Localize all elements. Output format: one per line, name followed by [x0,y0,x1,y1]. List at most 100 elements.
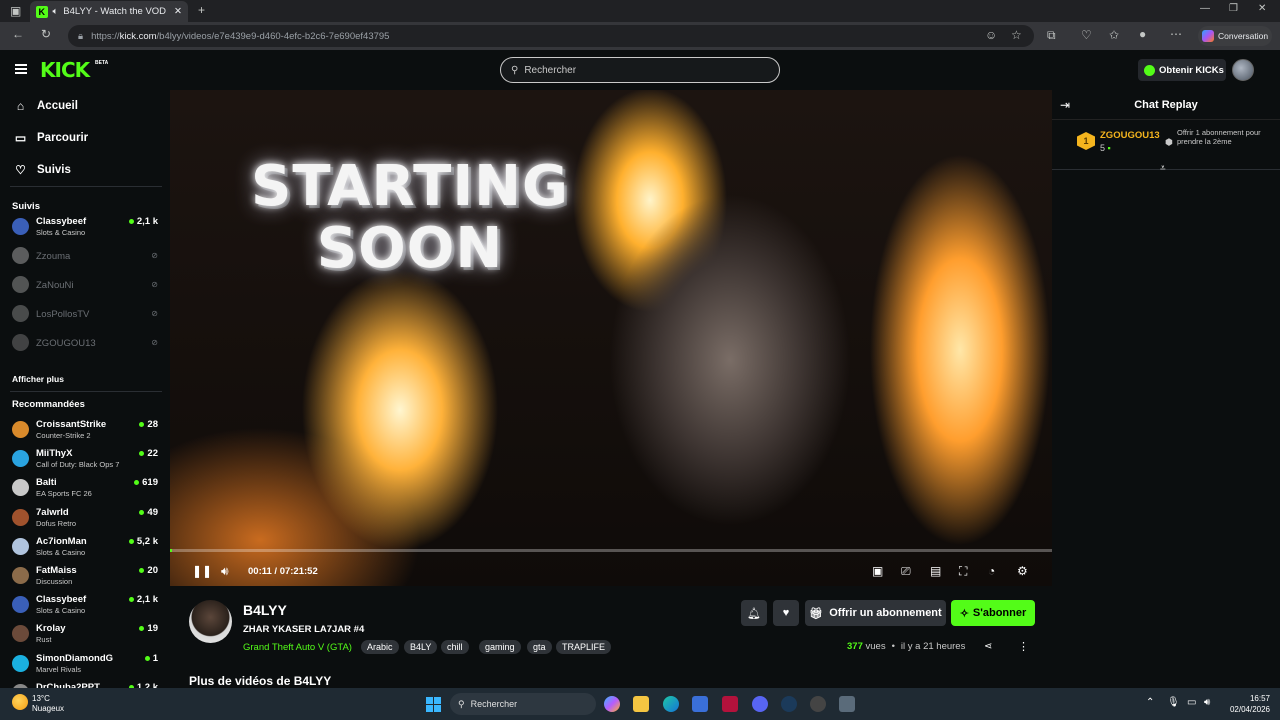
clock-date: 02/04/2026 [1229,705,1270,714]
share-icon[interactable]: ⋖ [984,641,992,652]
weather-icon [12,694,28,710]
pause-icon[interactable]: ❚❚ [192,564,212,578]
settings-app-icon[interactable] [839,696,855,712]
recommended-channel[interactable]: Balti EA Sports FC 26 619 [12,476,162,502]
streamer-name[interactable]: B4LYY [243,602,287,618]
browser-tab[interactable]: K 🔈︎ B4LYY - Watch the VOD on K ✕ [30,1,188,22]
restore-icon[interactable]: ❐ [1229,3,1238,14]
recommended-channel[interactable]: 7alwrld Dofus Retro 49 [12,506,162,532]
volume-icon[interactable]: 🔊︎ [221,564,229,579]
microphone-icon[interactable]: 🎙︎ [1167,697,1180,708]
file-explorer-icon[interactable] [633,696,649,712]
lock-icon: 🔒︎ [78,30,84,42]
followed-channel[interactable]: Zzouma ⊘ [12,244,162,270]
new-tab-icon[interactable]: + [198,3,205,17]
profile-icon[interactable]: ● [1139,27,1146,41]
recommended-channel[interactable]: MiiThyX Call of Duty: Black Ops 7 22 [12,447,162,473]
conversation-button[interactable]: Conversation [1198,26,1272,46]
nav-home[interactable]: ⌂ Accueil [14,99,78,113]
tag-chip[interactable]: TRAPLIFE [556,640,612,654]
weather-widget[interactable]: 13°C Nuageux [12,694,64,714]
close-tab-icon[interactable]: ✕ [174,6,182,17]
recommended-channel[interactable]: Krolay Rust 19 [12,622,162,648]
windows-start-icon[interactable] [426,697,441,712]
logo-beta-badge: BETA [95,60,109,66]
chat-header: ⇥ Chat Replay [1052,90,1280,120]
minimize-icon[interactable]: — [1200,3,1210,14]
followed-channel[interactable]: ZGOUGOU13 ⊘ [12,331,162,357]
network-icon[interactable]: ▭ [1187,697,1196,708]
followed-channel[interactable]: LosPollosTV ⊘ [12,302,162,328]
top-gifter-card[interactable]: 1 ZGOUGOU13 5 ▪ ⬢ Offrir 1 abonnement po… [1052,120,1280,170]
recommended-channel[interactable]: SimonDiamondG Marvel Rivals 1 [12,652,162,678]
more-options-icon[interactable]: ⋮ [1018,640,1029,653]
offline-icon: ⊘ [151,280,158,289]
recommended-channel[interactable]: FatMaiss Discussion 20 [12,564,162,590]
favorite-star-icon[interactable]: ☆ [1011,28,1022,42]
tag-chip[interactable]: B4LY [404,640,438,654]
live-viewers: 49 [139,507,158,518]
followed-section-title: Suivis [12,201,40,212]
temperature: 13°C [32,694,50,703]
nav-browse[interactable]: ▭ Parcourir [14,131,88,145]
more-menu-icon[interactable]: ⋯ [1170,27,1182,41]
followed-channel[interactable]: Classybeef Slots & Casino 2,1 k [12,215,162,241]
copilot-app-icon[interactable] [604,696,620,712]
gifter-name[interactable]: ZGOUGOU13 [1100,130,1160,141]
followed-channel[interactable]: ZaNouNi ⊘ [12,273,162,299]
tag-chip[interactable]: Arabic [361,640,399,654]
browser-essentials-icon[interactable]: ♡ [1081,28,1092,42]
hamburger-menu-icon[interactable] [15,64,27,74]
store-icon[interactable] [692,696,708,712]
tag-chip[interactable]: gta [527,640,552,654]
kick-logo[interactable]: KICK [40,58,90,82]
speaker-icon[interactable]: 🔈︎ [53,6,59,17]
tag-chip[interactable]: gaming [479,640,521,654]
fullscreen-icon[interactable]: ⛶ [959,564,967,579]
reader-icon[interactable]: ☺ [985,28,997,42]
streamer-avatar[interactable] [189,600,232,643]
extensions-icon[interactable]: ⧉ [1047,28,1056,43]
search-input[interactable]: ⚲ Rechercher [500,57,780,83]
tag-chip[interactable]: chill [441,640,469,654]
recommended-channel[interactable]: Ac7ionMan Slots & Casino 5,2 k [12,535,162,561]
recommended-channel[interactable]: CroissantStrike Counter-Strike 2 28 [12,418,162,444]
github-icon[interactable] [810,696,826,712]
subscribe-button[interactable]: ✧ S'abonner [951,600,1035,626]
url-field[interactable]: 🔒︎ https://kick.com/b4lyy/videos/e7e439e… [68,25,1034,47]
back-icon[interactable]: ← [12,27,24,41]
reload-icon[interactable]: ↻ [41,27,51,41]
settings-gear-icon[interactable]: ⚙ [1017,564,1028,578]
get-kicks-button[interactable]: Obtenir KICKs [1138,59,1226,81]
nav-following[interactable]: ♡ Suivis [14,163,71,177]
expand-gifters-icon[interactable]: ⩡ [1160,163,1166,174]
game-category-link[interactable]: Grand Theft Auto V (GTA) [243,642,352,653]
clip-icon[interactable]: ⎚ [901,564,911,579]
volume-tray-icon[interactable]: 🔊︎ [1204,697,1210,708]
affinity-icon[interactable] [722,696,738,712]
video-player[interactable]: STARTING SOON ❚❚ 🔊︎ 00:11 / 07:21:52 ▣ ⎚… [170,90,1052,586]
follow-heart-button[interactable]: ♥ [773,600,799,626]
taskbar-search[interactable]: ⚲ Rechercher [450,693,596,715]
tab-actions-icon[interactable]: ▣ [10,4,21,18]
live-dot-icon [128,597,134,603]
recommended-channel[interactable]: Classybeef Slots & Casino 2,1 k [12,593,162,619]
notifications-bell-button[interactable]: 🔔︎ [741,600,767,626]
recommended-channel[interactable]: DrChuba2PPT 1,2 k [12,681,162,688]
playback-speed-icon[interactable]: ◔ [988,564,995,578]
video-progress-bar[interactable] [170,549,1052,552]
miniplayer-icon[interactable]: ▣ [872,564,883,578]
discord-icon[interactable] [752,696,768,712]
tray-expand-icon[interactable]: ⌃ [1146,697,1154,708]
show-more-link[interactable]: Afficher plus [12,374,64,384]
theater-mode-icon[interactable]: ▤ [930,564,941,578]
close-window-icon[interactable]: ✕ [1258,3,1266,14]
gift-subscription-button[interactable]: 🎁︎ Offrir un abonnement [805,600,946,626]
edge-icon[interactable] [663,696,679,712]
channel-name: CroissantStrike [36,419,107,430]
clock[interactable]: 16:57 02/04/2026 [1222,693,1270,715]
favorites-icon[interactable]: ✩ [1109,28,1119,42]
live-viewers: 19 [139,623,158,634]
user-avatar[interactable] [1232,59,1254,81]
steam-icon[interactable] [781,696,797,712]
